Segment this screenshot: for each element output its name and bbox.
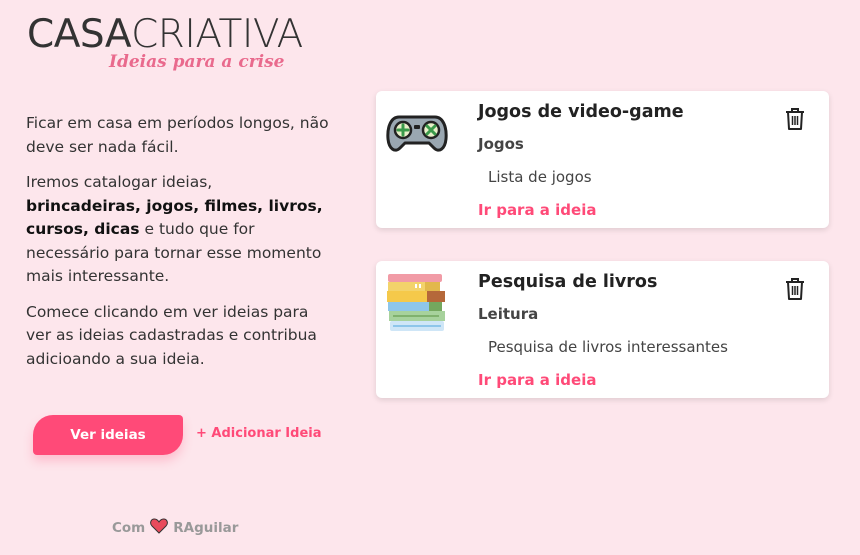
footer-author: RAguilar — [173, 520, 239, 536]
books-icon — [385, 271, 449, 335]
trash-icon[interactable] — [785, 107, 805, 131]
intro-paragraph-1: Ficar em casa em períodos longos, não de… — [26, 114, 329, 156]
intro-text: Ficar em casa em períodos longos, não de… — [26, 112, 331, 383]
trash-icon[interactable] — [785, 277, 805, 301]
logo-bold: CASA — [27, 12, 132, 57]
idea-title: Pesquisa de livros — [478, 272, 658, 292]
idea-link[interactable]: Ir para a ideia — [478, 201, 596, 219]
view-ideas-button[interactable]: Ver ideias — [33, 415, 183, 455]
logo-tagline: Ideias para a crise — [109, 52, 285, 72]
idea-link[interactable]: Ir para a ideia — [478, 371, 596, 389]
heart-icon — [150, 518, 169, 538]
logo: CASACRIATIVA Ideias para a crise — [27, 12, 303, 72]
idea-category: Leitura — [478, 305, 539, 323]
idea-description: Lista de jogos — [488, 168, 592, 186]
footer-credit: Com RAguilar — [112, 518, 238, 538]
idea-category: Jogos — [478, 135, 524, 153]
intro-paragraph-3: Comece clicando em ver ideias para ver a… — [26, 302, 317, 368]
logo-light: CRIATIVA — [131, 12, 303, 57]
footer-prefix: Com — [112, 520, 146, 536]
idea-card: Jogos de video-game Jogos Lista de jogos… — [376, 91, 829, 228]
intro-p2-start: Iremos catalogar ideias, — [26, 173, 213, 191]
add-idea-link[interactable]: + Adicionar Ideia — [196, 426, 322, 441]
intro-paragraph-2: Iremos catalogar ideias, brincadeiras, j… — [26, 171, 331, 289]
idea-card: Pesquisa de livros Leitura Pesquisa de l… — [376, 261, 829, 398]
idea-description: Pesquisa de livros interessantes — [488, 338, 728, 356]
idea-title: Jogos de video-game — [478, 102, 684, 122]
gamepad-icon — [385, 101, 449, 165]
